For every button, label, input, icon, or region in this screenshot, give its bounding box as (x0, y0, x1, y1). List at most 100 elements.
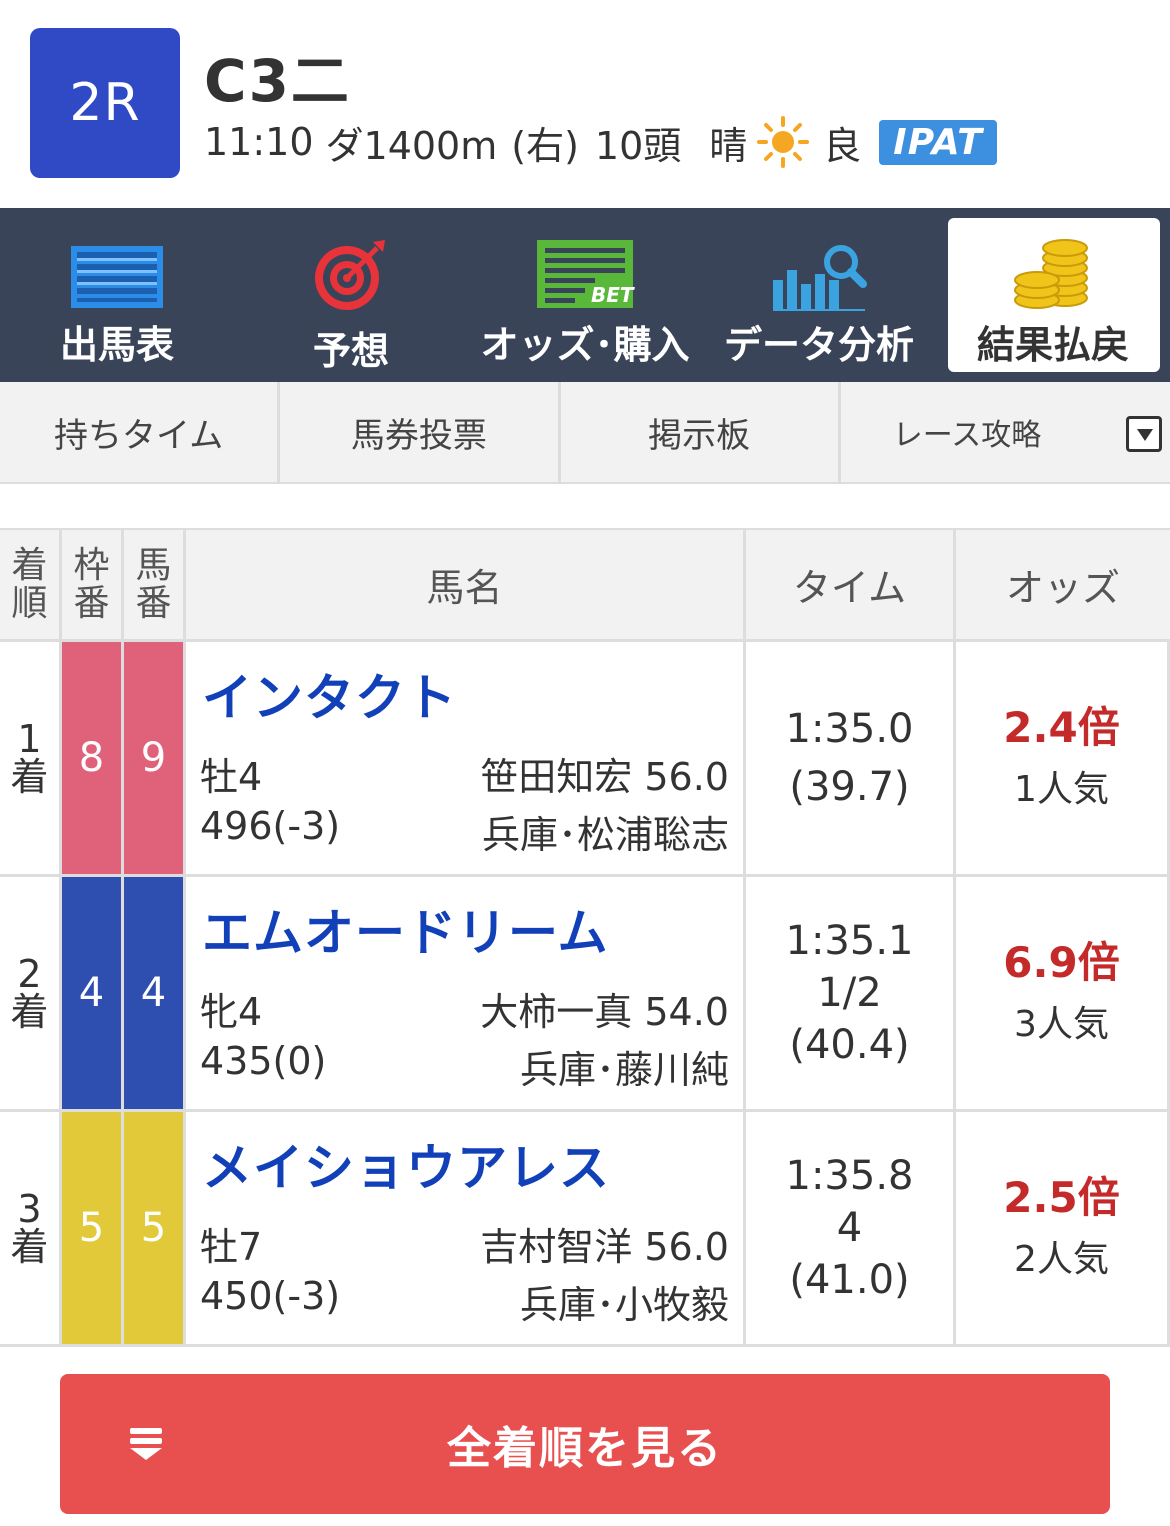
table-row[interactable]: 1 着 8 9 インタクト 牡4 496(-3) 笹田知宏 56.0 兵庫･松浦… (0, 642, 1170, 877)
race-header: 2R C3二 11:10 ダ1400m (右) 10頭 晴 良 IPAT (0, 0, 1170, 208)
start-time: 11:10 (204, 120, 314, 164)
ipat-badge[interactable]: IPAT (879, 119, 997, 165)
margin: 4 (836, 1205, 863, 1251)
header-rank: 着 順 (0, 530, 62, 639)
header-waku: 枠 番 (62, 530, 124, 639)
view-all-results-button[interactable]: 全着順を見る (60, 1374, 1110, 1514)
waku-number: 8 (62, 642, 124, 874)
horse-number: 5 (124, 1112, 186, 1344)
race-info: 11:10 ダ1400m (右) 10頭 晴 良 IPAT (204, 114, 997, 170)
header-text: 番 (73, 582, 110, 624)
body-weight: 496(-3) (200, 804, 341, 848)
course: ダ1400m (325, 123, 498, 168)
header-text: 枠 (73, 544, 110, 586)
subnav-label: レース攻略 (892, 418, 1042, 453)
rank-number: 1 (17, 717, 42, 761)
nav-entry-table[interactable]: 出馬表 (0, 208, 234, 382)
sex-age: 牡7 (200, 1225, 263, 1269)
jockey-weight: 吉村智洋 56.0 (480, 1225, 729, 1269)
nav-odds-buy[interactable]: BET オッズ･購入 (468, 208, 702, 382)
horse-number: 4 (124, 877, 186, 1109)
track-condition: 良 (823, 123, 862, 168)
horse-number: 9 (124, 642, 186, 874)
sun-icon (757, 116, 810, 168)
nav-data-analysis[interactable]: データ分析 (702, 208, 936, 382)
target-icon (301, 236, 401, 312)
odds-value: 2.5倍 (1003, 1173, 1120, 1222)
rank-number: 3 (17, 1187, 42, 1231)
sex-age: 牡4 (200, 755, 263, 799)
trainer: 兵庫･藤川純 (519, 1048, 729, 1092)
trainer: 兵庫･松浦聡志 (481, 813, 729, 857)
body-weight: 435(0) (200, 1039, 327, 1083)
table-row[interactable]: 3 着 5 5 メイショウアレス 牡7 450(-3) 吉村智洋 56.0 兵庫… (0, 1112, 1170, 1347)
coins-icon (1003, 236, 1103, 312)
odds-cell: 2.4倍 1人気 (956, 642, 1170, 874)
header-uma: 馬 番 (124, 530, 186, 639)
sex-age: 牝4 (200, 990, 263, 1034)
runners: 10頭 (594, 123, 682, 168)
horse-info-cell: メイショウアレス 牡7 450(-3) 吉村智洋 56.0 兵庫･小牧毅 (186, 1112, 746, 1344)
nav-results-payout[interactable]: 結果払戻 (936, 208, 1170, 382)
rank-cell: 1 着 (0, 642, 62, 874)
weather: 晴 (709, 123, 748, 168)
finish-time: 1:35.8 (785, 1153, 914, 1199)
svg-text:BET: BET (591, 283, 635, 307)
popularity: 2人気 (1014, 1239, 1109, 1280)
time-cell: 1:35.8 4 (41.0) (746, 1112, 956, 1344)
horse-info-cell: インタクト 牡4 496(-3) 笹田知宏 56.0 兵庫･松浦聡志 (186, 642, 746, 874)
popularity: 3人気 (1014, 1004, 1109, 1045)
data-analysis-icon (769, 236, 869, 312)
direction: (右) (511, 123, 579, 168)
results-table: 着 順 枠 番 馬 番 馬名 タイム オッズ 1 着 8 9 インタクト 牡4 … (0, 528, 1170, 1347)
rank-cell: 2 着 (0, 877, 62, 1109)
last-3f: (39.7) (789, 764, 910, 810)
last-3f: (41.0) (789, 1257, 910, 1303)
subnav-best-time[interactable]: 持ちタイム (0, 382, 281, 482)
jockey-weight: 笹田知宏 56.0 (480, 755, 729, 799)
header-text: 馬 (135, 544, 172, 586)
header-text: 番 (135, 582, 172, 624)
trainer: 兵庫･小牧毅 (519, 1283, 729, 1327)
finish-time: 1:35.1 (785, 918, 914, 964)
horse-name-link[interactable]: エムオードリーム (202, 893, 609, 965)
finish-time: 1:35.0 (785, 706, 914, 752)
body-weight: 450(-3) (200, 1274, 341, 1318)
header-text: 順 (11, 582, 48, 624)
popularity: 1人気 (1014, 769, 1109, 810)
last-3f: (40.4) (789, 1022, 910, 1068)
nav-prediction[interactable]: 予想 (234, 208, 468, 382)
nav-label: 予想 (312, 329, 389, 373)
race-number-badge: 2R (30, 28, 180, 178)
time-cell: 1:35.0 (39.7) (746, 642, 956, 874)
subnav-betting[interactable]: 馬券投票 (280, 382, 561, 482)
rank-suffix: 着 (10, 990, 49, 1034)
odds-value: 6.9倍 (1003, 938, 1120, 987)
header-odds: オッズ (1005, 566, 1120, 610)
main-nav: 出馬表 予想 BET オッズ･購入 データ分析 結果払戻 (0, 208, 1170, 382)
sub-nav: 持ちタイム 馬券投票 掲示板 レース攻略 (0, 382, 1170, 484)
time-cell: 1:35.1 1/2 (40.4) (746, 877, 956, 1109)
nav-label: 結果払戻 (976, 323, 1129, 367)
rank-suffix: 着 (10, 1225, 49, 1269)
odds-cell: 2.5倍 2人気 (956, 1112, 1170, 1344)
button-label: 全着順を見る (447, 1423, 723, 1474)
nav-label: データ分析 (723, 323, 914, 367)
odds-cell: 6.9倍 3人気 (956, 877, 1170, 1109)
horse-info-cell: エムオードリーム 牝4 435(0) 大柿一真 54.0 兵庫･藤川純 (186, 877, 746, 1109)
rank-number: 2 (17, 952, 42, 996)
table-row[interactable]: 2 着 4 4 エムオードリーム 牝4 435(0) 大柿一真 54.0 兵庫･… (0, 877, 1170, 1112)
subnav-board[interactable]: 掲示板 (561, 382, 841, 482)
waku-number: 4 (62, 877, 124, 1109)
nav-label: オッズ･購入 (480, 323, 690, 367)
waku-number: 5 (62, 1112, 124, 1344)
dropdown-arrow-icon[interactable] (1126, 416, 1162, 452)
margin: 1/2 (817, 970, 882, 1016)
odds-value: 2.4倍 (1003, 703, 1120, 752)
horse-name-link[interactable]: インタクト (202, 658, 457, 730)
horse-name-link[interactable]: メイショウアレス (202, 1128, 610, 1200)
subnav-race-strategy[interactable]: レース攻略 (841, 382, 1170, 482)
list-icon (130, 1424, 162, 1464)
rank-cell: 3 着 (0, 1112, 62, 1344)
rank-suffix: 着 (10, 755, 49, 799)
